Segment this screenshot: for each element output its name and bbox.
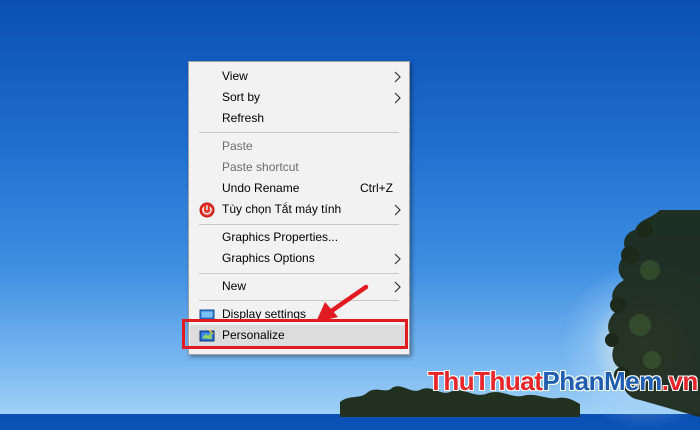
menu-item-label: New [222,279,247,293]
menu-item-new[interactable]: New [190,276,408,297]
chevron-right-icon [394,281,401,293]
menu-item-label: Paste [222,139,253,153]
watermark-part-2: PhanMem [542,366,662,396]
watermark: ThuThuatPhanMem.vn [428,366,698,397]
red-arrow-annotation [316,284,369,322]
desktop-context-menu: View Sort by Refresh Paste Paste shortcu… [188,61,410,355]
menu-item-label: Graphics Options [222,251,315,265]
chevron-right-icon [394,92,401,104]
menu-item-label: Graphics Properties... [222,230,339,244]
chevron-right-icon [394,253,401,265]
menu-item-sort-by[interactable]: Sort by [190,87,408,108]
desktop-background[interactable]: View Sort by Refresh Paste Paste shortcu… [0,0,700,430]
menu-item-shortcut: Ctrl+Z [360,181,393,195]
menu-item-view[interactable]: View [190,66,408,87]
menu-separator [199,224,399,225]
menu-item-paste: Paste [190,136,408,157]
watermark-part-3: .vn [661,366,699,396]
menu-item-label: Refresh [222,111,265,125]
menu-item-label: Paste shortcut [222,160,299,174]
menu-item-shutdown-options[interactable]: Tùy chọn Tắt máy tính [190,199,408,220]
menu-separator [199,132,399,133]
chevron-right-icon [394,204,401,216]
menu-item-label: Undo Rename [222,181,300,195]
menu-item-undo-rename[interactable]: Undo Rename Ctrl+Z [190,178,408,199]
menu-item-graphics-options[interactable]: Graphics Options [190,248,408,269]
menu-item-paste-shortcut: Paste shortcut [190,157,408,178]
menu-item-label: View [222,69,248,83]
menu-item-label: Tùy chọn Tắt máy tính [222,202,342,216]
menu-separator [199,273,399,274]
watermark-part-1: ThuThuat [428,366,543,396]
power-icon [199,202,215,218]
menu-item-label: Sort by [222,90,261,104]
menu-item-graphics-properties[interactable]: Graphics Properties... [190,227,408,248]
menu-item-refresh[interactable]: Refresh [190,108,408,129]
personalize-highlight-box [182,319,408,349]
chevron-right-icon [394,71,401,83]
